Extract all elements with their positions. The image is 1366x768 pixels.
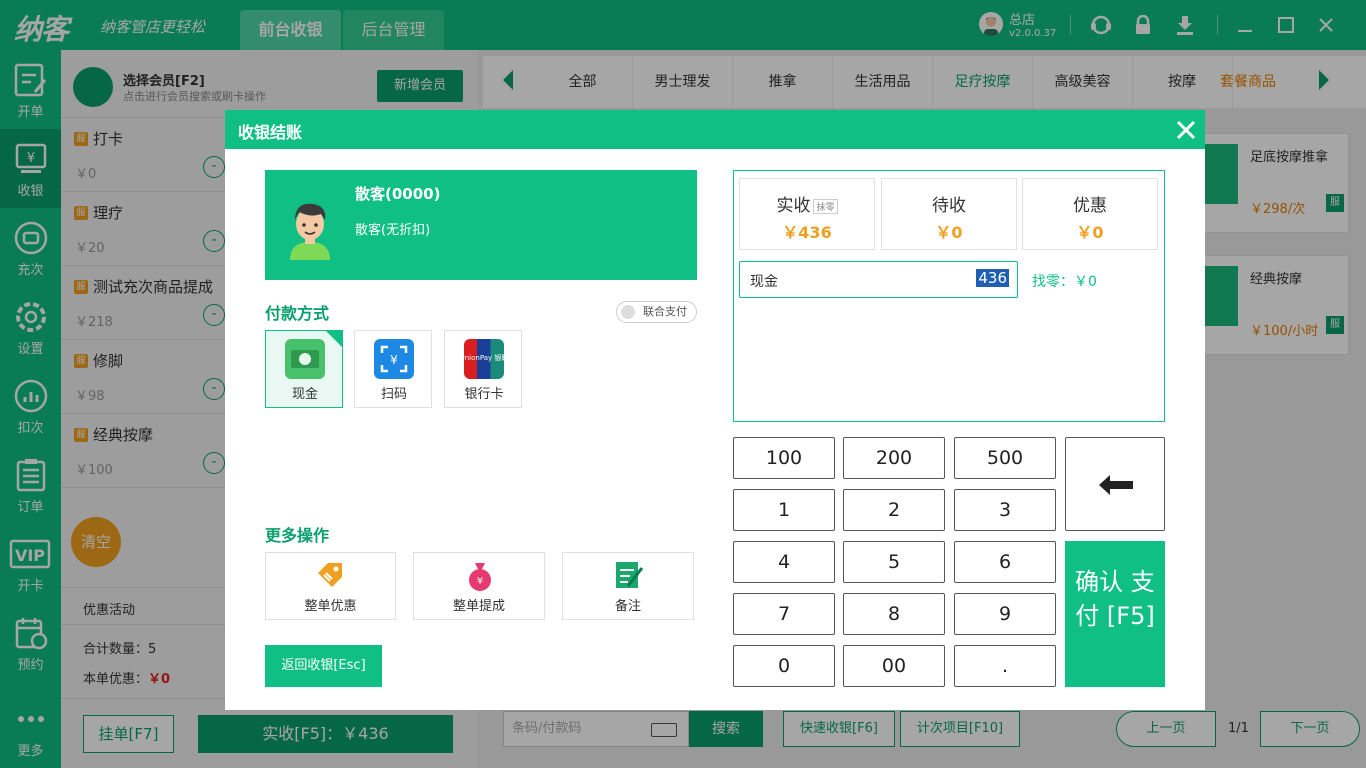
key-500[interactable]: 500 — [954, 437, 1056, 479]
payment-bank-card-label: 银行卡 — [464, 387, 504, 402]
key-0[interactable]: 0 — [733, 645, 835, 687]
whole-order-commission-label: 整单提成 — [452, 599, 505, 614]
change-amount: 找零：￥0 — [1032, 274, 1097, 290]
customer-avatar-icon — [290, 203, 330, 260]
more-actions-heading: 更多操作 — [265, 526, 330, 545]
unionpay-icon: UnionPay 银联 — [460, 339, 509, 379]
selected-check-icon — [326, 331, 342, 347]
svg-text:¥: ¥ — [477, 576, 483, 587]
remark-label: 备注 — [614, 599, 641, 614]
customer-name: 散客(0000) — [355, 185, 441, 203]
cash-icon — [285, 339, 325, 379]
round-off-checkbox[interactable]: 抹零 — [813, 198, 838, 214]
cash-amount-field[interactable]: 现金 436 — [739, 261, 1018, 298]
key-5[interactable]: 5 — [843, 541, 945, 583]
amount-pending-value: ￥0 — [935, 223, 963, 242]
unionpay-text: UnionPay 银联 — [460, 353, 509, 362]
discount-value: ￥0 — [1076, 223, 1104, 242]
key-00[interactable]: 00 — [843, 645, 945, 687]
payment-method-heading: 付款方式 — [265, 304, 330, 323]
checkout-dialog: 收银结账 散客(0000) 散客(无折扣) 付款方式 联合支付 现金 ¥ 扫码 … — [225, 110, 1205, 710]
svg-text:¥: ¥ — [390, 353, 398, 367]
payment-summary: 实收 抹零 ￥436 待收 ￥0 优惠 ￥0 现金 436 找零：￥0 — [733, 170, 1165, 422]
payment-scan[interactable]: ¥ 扫码 — [354, 330, 432, 408]
payment-bank-card[interactable]: UnionPay 银联 银行卡 — [444, 330, 522, 408]
discount-label: 优惠 — [1073, 196, 1107, 216]
backspace-arrow-icon — [1099, 475, 1133, 495]
note-edit-icon — [616, 562, 644, 588]
key-7[interactable]: 7 — [733, 593, 835, 635]
discount-tag-icon — [318, 563, 342, 587]
discount-box: 优惠 ￥0 — [1022, 178, 1158, 250]
amount-pending-label: 待收 — [932, 196, 966, 216]
payment-scan-label: 扫码 — [380, 387, 407, 402]
key-3[interactable]: 3 — [954, 489, 1056, 531]
backspace-button[interactable] — [1065, 437, 1165, 531]
whole-order-discount-button[interactable]: 整单优惠 — [265, 552, 396, 620]
customer-card: 散客(0000) 散客(无折扣) — [265, 170, 697, 280]
confirm-pay-button[interactable]: 确认 支付 [F5] — [1065, 541, 1165, 687]
key-200[interactable]: 200 — [843, 437, 945, 479]
amount-pending-box: 待收 ￥0 — [881, 178, 1017, 250]
amount-received-value: ￥436 — [782, 223, 832, 242]
toggle-knob — [621, 305, 635, 319]
key-100[interactable]: 100 — [733, 437, 835, 479]
payment-cash-label: 现金 — [291, 387, 318, 402]
key-1[interactable]: 1 — [733, 489, 835, 531]
money-bag-icon: ¥ — [469, 563, 491, 591]
key-2[interactable]: 2 — [843, 489, 945, 531]
key-4[interactable]: 4 — [733, 541, 835, 583]
amount-received-box: 实收 抹零 ￥436 — [739, 178, 875, 250]
combined-payment-label: 联合支付 — [643, 305, 687, 318]
close-icon[interactable] — [1175, 119, 1197, 141]
amount-received-text: 实收 — [776, 196, 811, 216]
key-9[interactable]: 9 — [954, 593, 1056, 635]
whole-order-commission-button[interactable]: ¥ 整单提成 — [413, 552, 545, 620]
back-to-cashier-button[interactable]: 返回收银[Esc] — [265, 645, 382, 687]
key-dot[interactable]: . — [954, 645, 1056, 687]
amount-received-label: 实收 抹零 — [740, 191, 874, 216]
payment-cash[interactable]: 现金 — [265, 330, 343, 408]
svg-text:UnionPay 银联: UnionPay 银联 — [464, 353, 504, 362]
scan-qr-icon: ¥ — [374, 339, 414, 379]
cash-amount-label: 现金 — [750, 274, 778, 290]
whole-order-discount-label: 整单优惠 — [304, 599, 357, 614]
key-6[interactable]: 6 — [954, 541, 1056, 583]
combined-payment-toggle[interactable]: 联合支付 — [616, 301, 697, 323]
remark-button[interactable]: 备注 — [562, 552, 694, 620]
customer-discount: 散客(无折扣) — [355, 223, 431, 238]
dialog-title: 收银结账 — [225, 110, 1205, 149]
cash-amount-input[interactable]: 436 — [976, 269, 1009, 287]
key-8[interactable]: 8 — [843, 593, 945, 635]
